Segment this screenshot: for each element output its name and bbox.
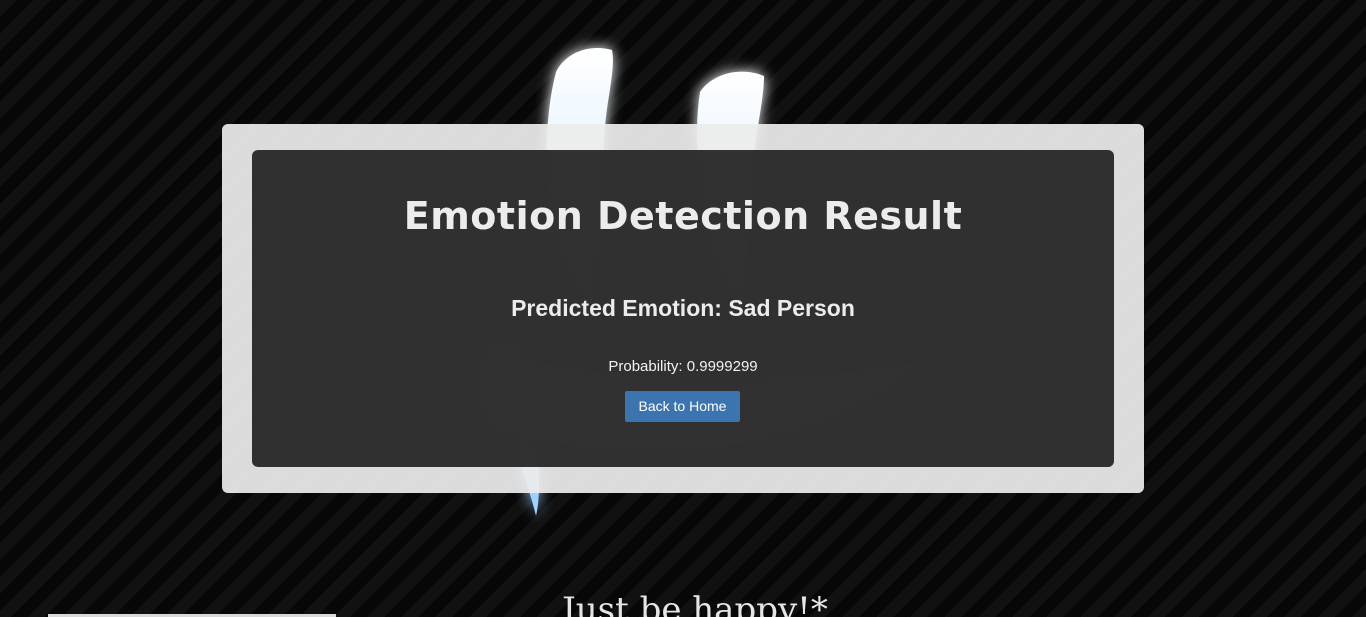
predicted-emotion: Predicted Emotion: Sad Person: [511, 295, 855, 321]
probability-value: Probability: 0.9999299: [608, 358, 758, 375]
tagline: Just be happy!*: [562, 590, 828, 617]
back-to-home-button[interactable]: Back to Home: [625, 391, 740, 422]
page-title: Emotion Detection Result: [403, 194, 963, 238]
result-panel: Emotion Detection Result Predicted Emoti…: [252, 150, 1114, 467]
result-card: Emotion Detection Result Predicted Emoti…: [222, 124, 1144, 493]
